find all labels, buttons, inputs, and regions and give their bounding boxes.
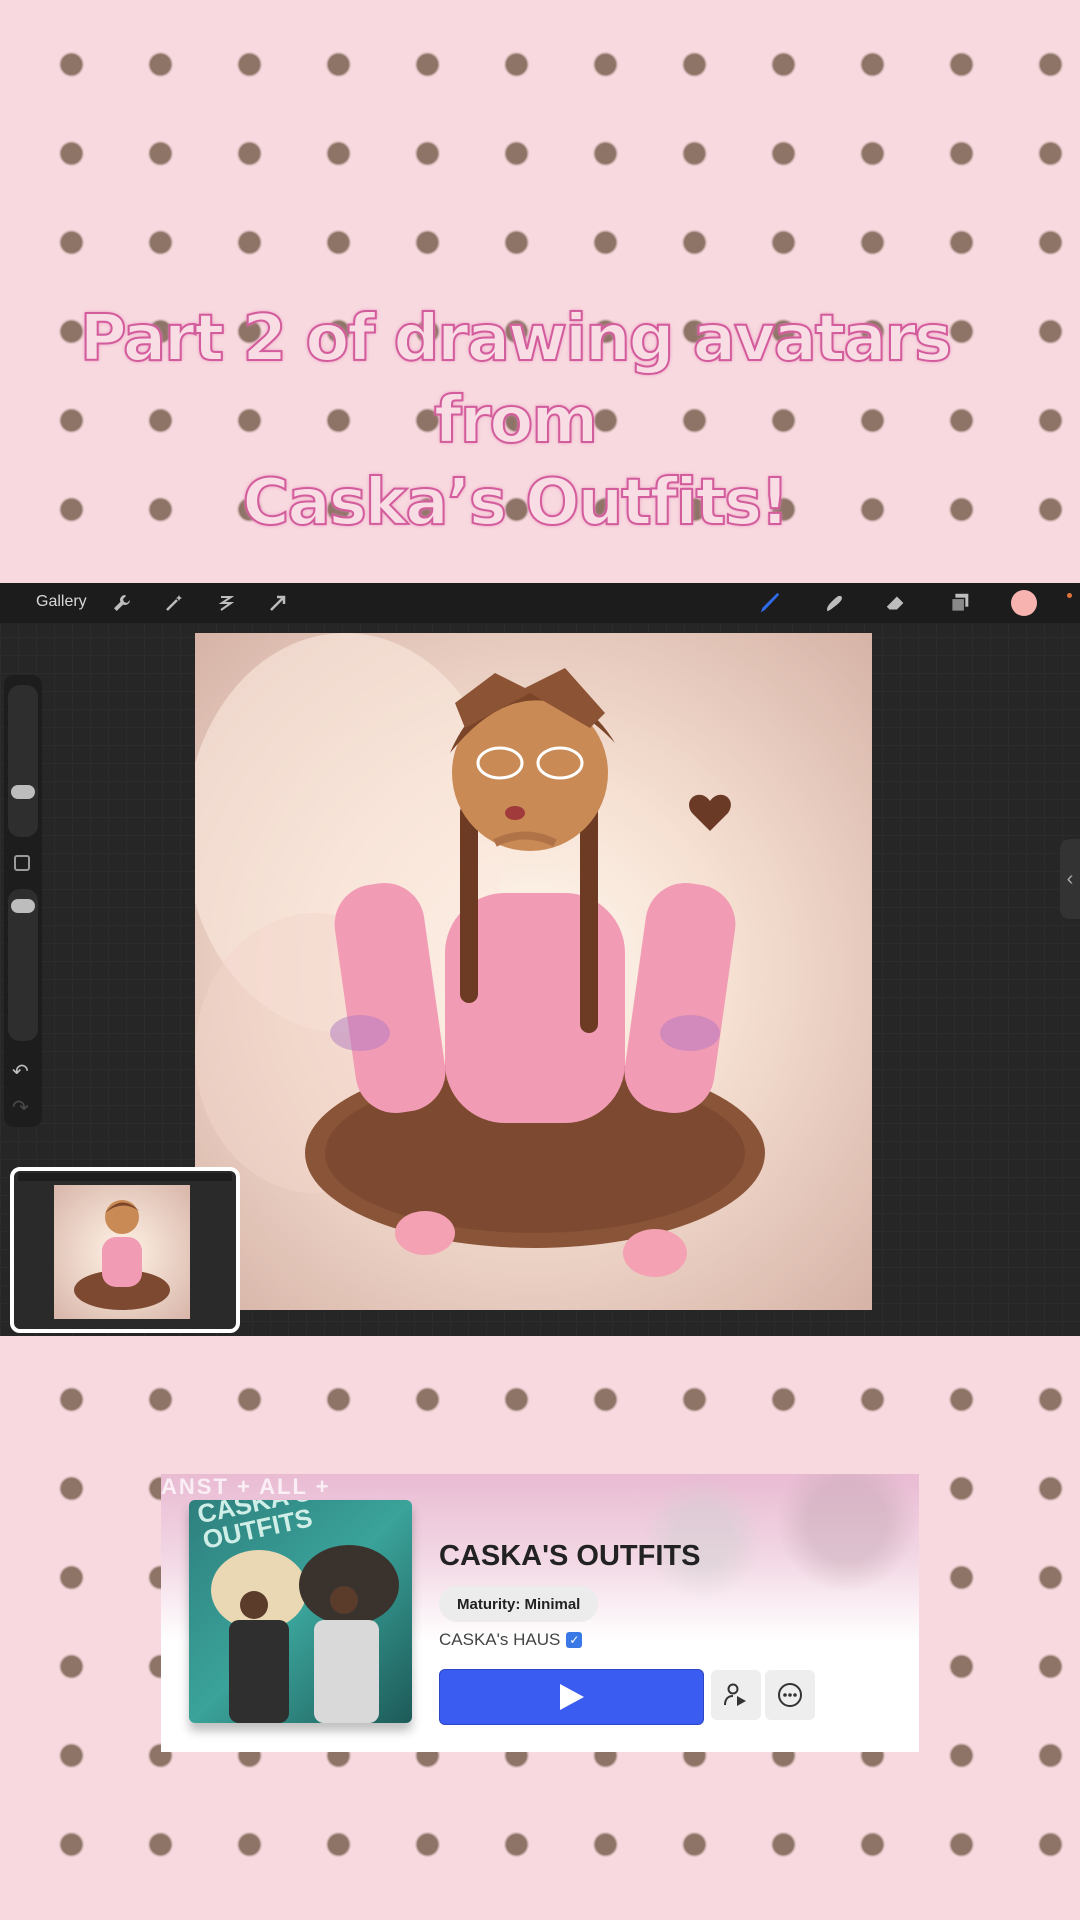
brush-size-slider[interactable] [8, 685, 38, 837]
selection-icon[interactable] [214, 591, 238, 615]
layers-icon[interactable] [948, 591, 972, 615]
person-play-icon [724, 1683, 746, 1706]
magic-wand-icon[interactable] [162, 591, 186, 615]
game-thumbnail[interactable]: CASKA'S OUTFITS [189, 1500, 412, 1723]
caption-line-2: Caska’s Outfits! [242, 465, 791, 541]
caption-line-1: Part 2 of drawing avatars from [79, 301, 954, 459]
reference-thumbnail[interactable] [10, 1167, 240, 1333]
redo-icon[interactable]: ↷ [12, 1095, 29, 1120]
video-caption: Part 2 of drawing avatars from Caska’s O… [0, 298, 1030, 544]
procreate-screen: Gallery ↶ ↷ ‹ [0, 583, 1080, 1336]
drawing-canvas[interactable] [195, 633, 872, 1310]
procreate-sidebar: ↶ ↷ [4, 675, 42, 1127]
transform-arrow-icon[interactable] [266, 591, 290, 615]
brush-size-knob[interactable] [11, 785, 35, 799]
gallery-button[interactable]: Gallery [36, 593, 87, 611]
play-icon [559, 1684, 584, 1710]
play-button[interactable] [439, 1669, 704, 1725]
thumbnail-canvas [54, 1185, 190, 1319]
game-card[interactable]: ANST + ALL + CASKA'S OUTFITS CASKA'S OUT… [161, 1474, 919, 1752]
recording-dot-icon [1067, 593, 1072, 598]
creator-row[interactable]: CASKA's HAUS ✓ [439, 1630, 583, 1650]
thumbnail-toolbar [18, 1173, 232, 1181]
more-options-button[interactable] [765, 1670, 815, 1720]
brush-icon[interactable] [758, 591, 782, 615]
verified-badge-icon: ✓ [566, 1632, 583, 1648]
game-title: CASKA'S OUTFITS [439, 1540, 701, 1572]
wrench-icon[interactable] [110, 591, 134, 615]
avatar-artwork [195, 633, 765, 1277]
procreate-toolbar: Gallery [0, 583, 1080, 623]
eraser-icon[interactable] [884, 591, 908, 615]
modify-button-icon[interactable] [14, 855, 30, 871]
thumbnail-avatars [211, 1545, 399, 1723]
maturity-badge: Maturity: Minimal [439, 1586, 599, 1622]
opacity-slider[interactable] [8, 889, 38, 1041]
more-dots-icon [778, 1683, 802, 1707]
smudge-icon[interactable] [822, 591, 846, 615]
undo-icon[interactable]: ↶ [12, 1059, 29, 1084]
color-swatch-icon[interactable] [1011, 590, 1037, 616]
join-friend-button[interactable] [711, 1670, 761, 1720]
opacity-knob[interactable] [11, 899, 35, 913]
banner-watermark-text: ANST + ALL + [161, 1474, 331, 1499]
sidebar-toggle-handle[interactable]: ‹ [1060, 839, 1080, 919]
creator-name[interactable]: CASKA's HAUS [439, 1630, 560, 1650]
